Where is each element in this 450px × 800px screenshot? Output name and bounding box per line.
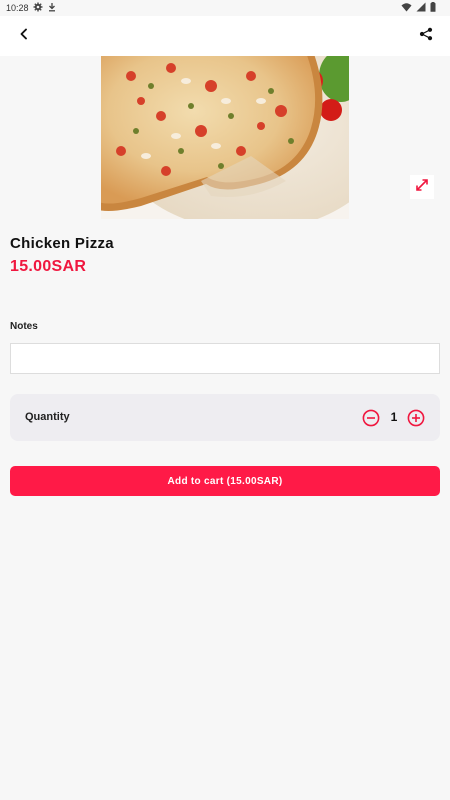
product-price: 15.00SAR [10,258,87,275]
status-time: 10:28 [6,3,29,13]
wifi-icon [401,2,412,14]
quantity-label: Quantity [25,411,70,423]
quantity-value: 1 [390,410,398,424]
app-bar [0,16,450,56]
pizza-illustration [101,56,349,219]
expand-image-button[interactable] [410,175,434,199]
product-name: Chicken Pizza [10,235,114,252]
add-to-cart-button[interactable]: Add to cart (15.00SAR) [10,466,440,496]
plus-circle-icon [407,409,425,427]
share-icon [419,27,433,46]
notes-input[interactable] [10,343,440,374]
increase-quantity-button[interactable] [407,409,425,427]
status-bar: 10:28 [0,0,450,16]
battery-icon [430,2,436,14]
decrease-quantity-button[interactable] [362,409,380,427]
chevron-left-icon [19,27,29,45]
expand-icon [415,178,429,197]
product-image[interactable] [101,56,349,219]
signal-icon [416,2,426,14]
minus-circle-icon [362,409,380,427]
share-button[interactable] [416,26,436,46]
download-icon [47,2,57,14]
notes-label: Notes [10,321,38,332]
back-button[interactable] [14,26,34,46]
gear-icon [33,2,43,14]
quantity-stepper: Quantity 1 [10,394,440,441]
